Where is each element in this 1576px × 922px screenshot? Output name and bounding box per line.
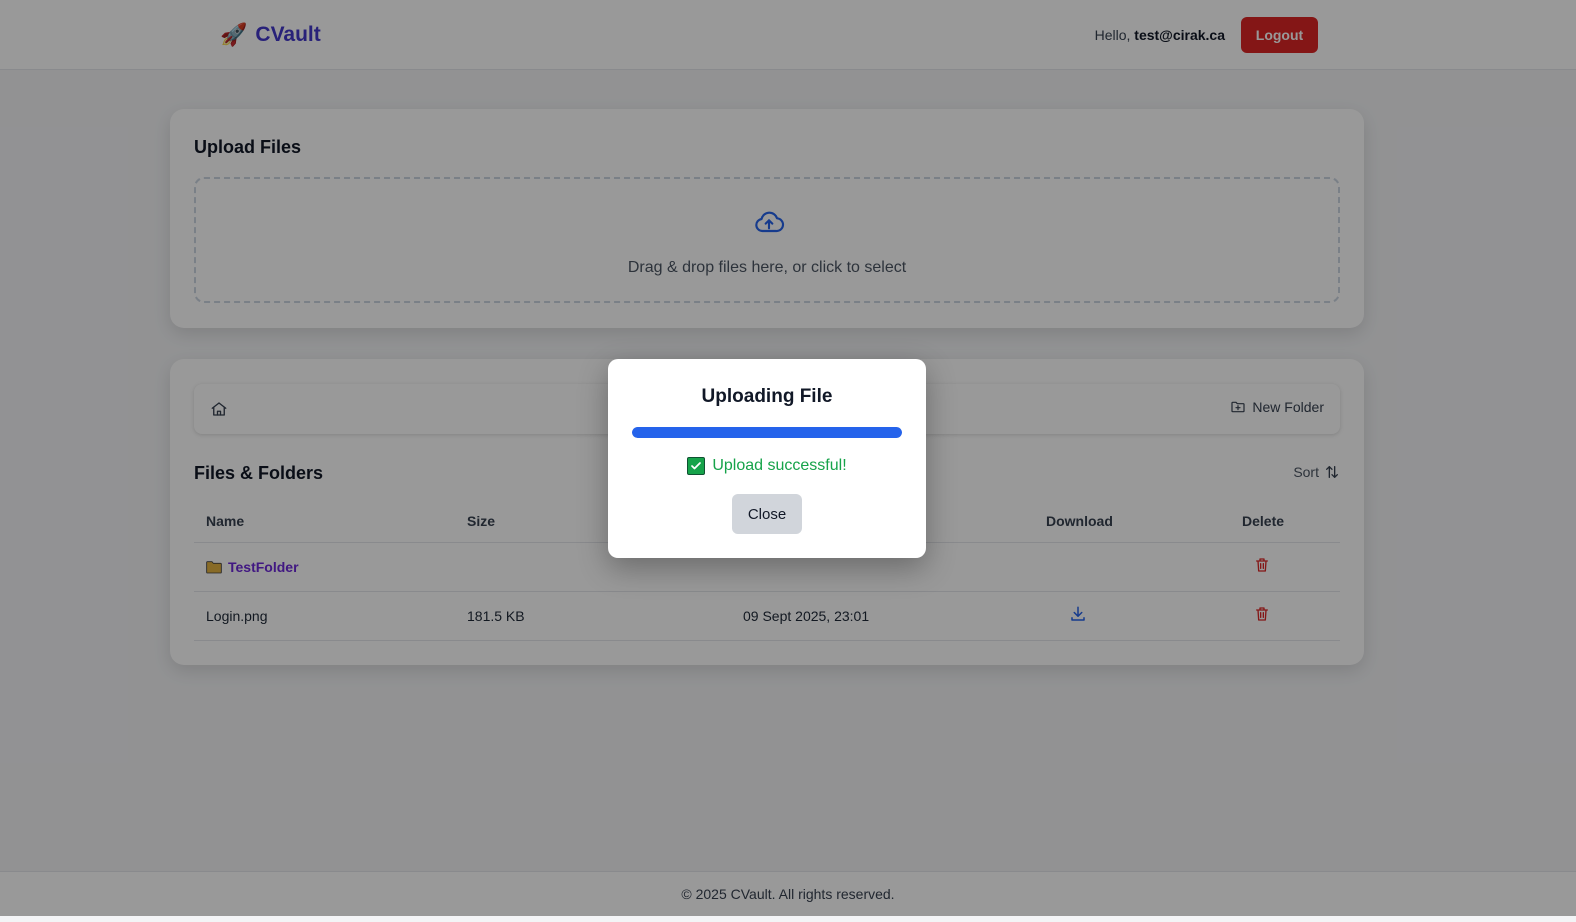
upload-status: Upload successful! <box>608 457 926 475</box>
upload-modal: Uploading File Upload successful! Close <box>608 359 926 558</box>
close-button[interactable]: Close <box>732 494 802 534</box>
modal-title: Uploading File <box>701 386 833 407</box>
check-icon <box>687 457 706 475</box>
status-text: Upload successful! <box>712 457 847 474</box>
upload-progress-bar <box>632 427 902 438</box>
upload-progress-fill <box>632 427 902 438</box>
